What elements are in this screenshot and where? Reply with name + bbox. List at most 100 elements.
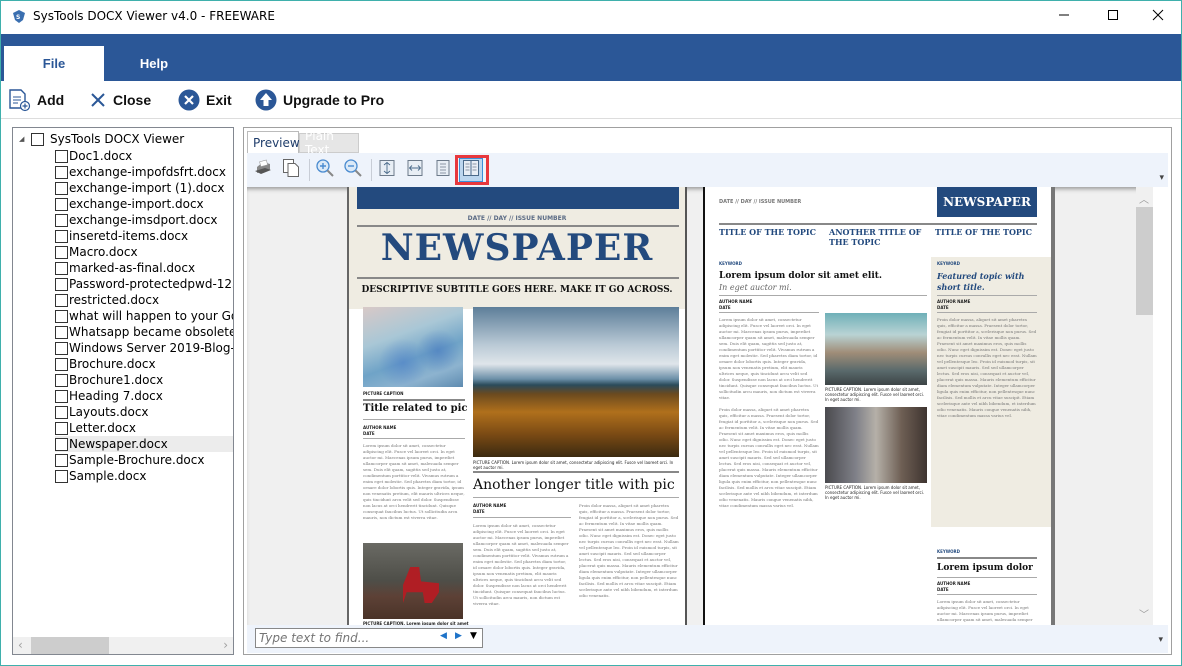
scroll-left-icon[interactable]: ‹ bbox=[18, 638, 23, 652]
topic-title: ANOTHER TITLE OF THE TOPIC bbox=[829, 227, 922, 247]
item-checkbox[interactable] bbox=[55, 165, 68, 179]
tree-item[interactable]: inseretd-items.docx bbox=[55, 228, 233, 244]
tree-item[interactable]: exchange-imsdport.docx bbox=[55, 212, 233, 228]
tree-item[interactable]: exchange-import.docx bbox=[55, 196, 233, 212]
author-name: AUTHOR NAME bbox=[363, 425, 397, 430]
tree-item[interactable]: Brochure.docx bbox=[55, 356, 233, 372]
scroll-up-icon[interactable]: ︿ bbox=[1139, 191, 1149, 206]
rule bbox=[473, 517, 571, 518]
exit-circle-icon bbox=[178, 89, 200, 111]
find-previous-icon[interactable]: ◀ bbox=[440, 631, 447, 641]
tree-item[interactable]: restricted.docx bbox=[55, 292, 233, 308]
close-icon bbox=[1152, 9, 1164, 25]
tree-horizontal-scrollbar[interactable]: ‹ › bbox=[13, 637, 233, 654]
item-checkbox[interactable] bbox=[55, 389, 68, 403]
tree-root[interactable]: ◢ SysTools DOCX Viewer bbox=[19, 131, 184, 147]
maximize-icon bbox=[1107, 9, 1119, 25]
find-box: ◀ ▶ ▼ bbox=[255, 628, 483, 648]
item-checkbox[interactable] bbox=[55, 453, 68, 467]
zoom-in-button[interactable] bbox=[313, 158, 337, 182]
collapse-arrow-icon[interactable]: ◢ bbox=[19, 135, 31, 143]
tree-item[interactable]: Brochure1.docx bbox=[55, 372, 233, 388]
item-checkbox[interactable] bbox=[55, 261, 68, 275]
item-checkbox[interactable] bbox=[55, 325, 68, 339]
document-canvas: DATE // DAY // ISSUE NUMBER NEWSPAPER DE… bbox=[247, 187, 1153, 625]
item-checkbox[interactable] bbox=[55, 229, 68, 243]
item-checkbox[interactable] bbox=[55, 469, 68, 483]
tree-item[interactable]: marked-as-final.docx bbox=[55, 260, 233, 276]
item-checkbox[interactable] bbox=[55, 405, 68, 419]
tree-item[interactable]: Newspaper.docx bbox=[55, 436, 233, 452]
rule bbox=[363, 438, 465, 439]
add-button[interactable]: Add bbox=[7, 87, 64, 113]
upgrade-button[interactable]: Upgrade to Pro bbox=[255, 87, 384, 113]
single-page-button[interactable] bbox=[431, 158, 455, 182]
minimize-button[interactable] bbox=[1041, 1, 1087, 33]
tree-item[interactable]: Doc1.docx bbox=[55, 148, 233, 164]
headline: Lorem ipsum dolor sit amet elit. bbox=[719, 271, 883, 281]
tree-item[interactable]: Whatsapp became obsolete - I bbox=[55, 324, 233, 340]
toolbar-overflow-icon[interactable]: ▾ bbox=[1159, 173, 1164, 183]
find-next-icon[interactable]: ▶ bbox=[455, 631, 462, 641]
svg-text:S: S bbox=[16, 14, 20, 21]
tree-item[interactable]: exchange-import (1).docx bbox=[55, 180, 233, 196]
scroll-right-icon[interactable]: › bbox=[223, 638, 228, 652]
item-checkbox[interactable] bbox=[55, 373, 68, 387]
tree-item[interactable]: exchange-impofdsfrt.docx bbox=[55, 164, 233, 180]
tree-item[interactable]: Password-protectedpwd-12345 bbox=[55, 276, 233, 292]
item-checkbox[interactable] bbox=[55, 437, 68, 451]
item-checkbox[interactable] bbox=[55, 181, 68, 195]
copy-button[interactable] bbox=[279, 158, 303, 182]
print-button[interactable] bbox=[251, 158, 275, 182]
item-checkbox[interactable] bbox=[55, 293, 68, 307]
item-checkbox[interactable] bbox=[55, 197, 68, 211]
find-input[interactable] bbox=[259, 630, 429, 646]
findbar-overflow-icon[interactable]: ▾ bbox=[1158, 635, 1163, 645]
document-vertical-scrollbar[interactable]: ︿ ﹀ bbox=[1136, 187, 1153, 625]
item-checkbox[interactable] bbox=[55, 245, 68, 259]
tree-item[interactable]: Layouts.docx bbox=[55, 404, 233, 420]
tree-item[interactable]: what will happen to your Goog bbox=[55, 308, 233, 324]
zoom-out-button[interactable] bbox=[341, 158, 365, 182]
item-checkbox[interactable] bbox=[55, 277, 68, 291]
item-checkbox[interactable] bbox=[55, 421, 68, 435]
item-checkbox[interactable] bbox=[55, 341, 68, 355]
item-checkbox[interactable] bbox=[55, 213, 68, 227]
find-options-dropdown-icon[interactable]: ▼ bbox=[470, 631, 477, 641]
window-close-button[interactable] bbox=[1135, 1, 1181, 33]
tree-item-label: what will happen to your Goog bbox=[69, 309, 233, 323]
fit-page-button[interactable] bbox=[375, 158, 399, 182]
item-checkbox[interactable] bbox=[55, 309, 68, 323]
ribbon-tabs: File Help bbox=[1, 34, 1181, 81]
fit-width-icon bbox=[406, 159, 424, 181]
featured-title: Featured topic with short title. bbox=[937, 271, 1025, 292]
tab-plain-text[interactable]: Plain Text bbox=[299, 129, 359, 157]
fit-width-button[interactable] bbox=[403, 158, 427, 182]
scrollbar-thumb[interactable] bbox=[31, 637, 109, 654]
item-checkbox[interactable] bbox=[55, 149, 68, 163]
app-window: S SysTools DOCX Viewer v4.0 - FREEWARE F… bbox=[0, 0, 1182, 666]
tab-file[interactable]: File bbox=[4, 46, 104, 81]
close-button[interactable]: Close bbox=[89, 87, 151, 113]
minimize-icon bbox=[1058, 9, 1070, 25]
tree-item[interactable]: Windows Server 2019-Blog-Pre bbox=[55, 340, 233, 356]
root-checkbox[interactable] bbox=[31, 132, 44, 146]
tab-preview[interactable]: Preview bbox=[247, 131, 300, 153]
maximize-button[interactable] bbox=[1090, 1, 1136, 33]
tree-item[interactable]: Macro.docx bbox=[55, 244, 233, 260]
scrollbar-thumb[interactable] bbox=[1136, 207, 1153, 315]
zoom-in-icon bbox=[315, 158, 335, 182]
title-bar: S SysTools DOCX Viewer v4.0 - FREEWARE bbox=[1, 1, 1181, 34]
tree-item-label: Layouts.docx bbox=[69, 405, 149, 419]
tree-item[interactable]: Heading 7.docx bbox=[55, 388, 233, 404]
scroll-down-icon[interactable]: ﹀ bbox=[1139, 606, 1149, 621]
tree-item-label: Password-protectedpwd-12345 bbox=[69, 277, 233, 291]
tree-item[interactable]: Letter.docx bbox=[55, 420, 233, 436]
tree-item[interactable]: Sample.docx bbox=[55, 468, 233, 484]
tree-item[interactable]: Sample-Brochure.docx bbox=[55, 452, 233, 468]
tab-help[interactable]: Help bbox=[104, 46, 204, 81]
item-checkbox[interactable] bbox=[55, 357, 68, 371]
exit-button[interactable]: Exit bbox=[178, 87, 232, 113]
keyword: KEYWORD bbox=[719, 261, 742, 266]
article-body: Lorem ipsum dolor sit amet, consectetur … bbox=[363, 443, 465, 520]
